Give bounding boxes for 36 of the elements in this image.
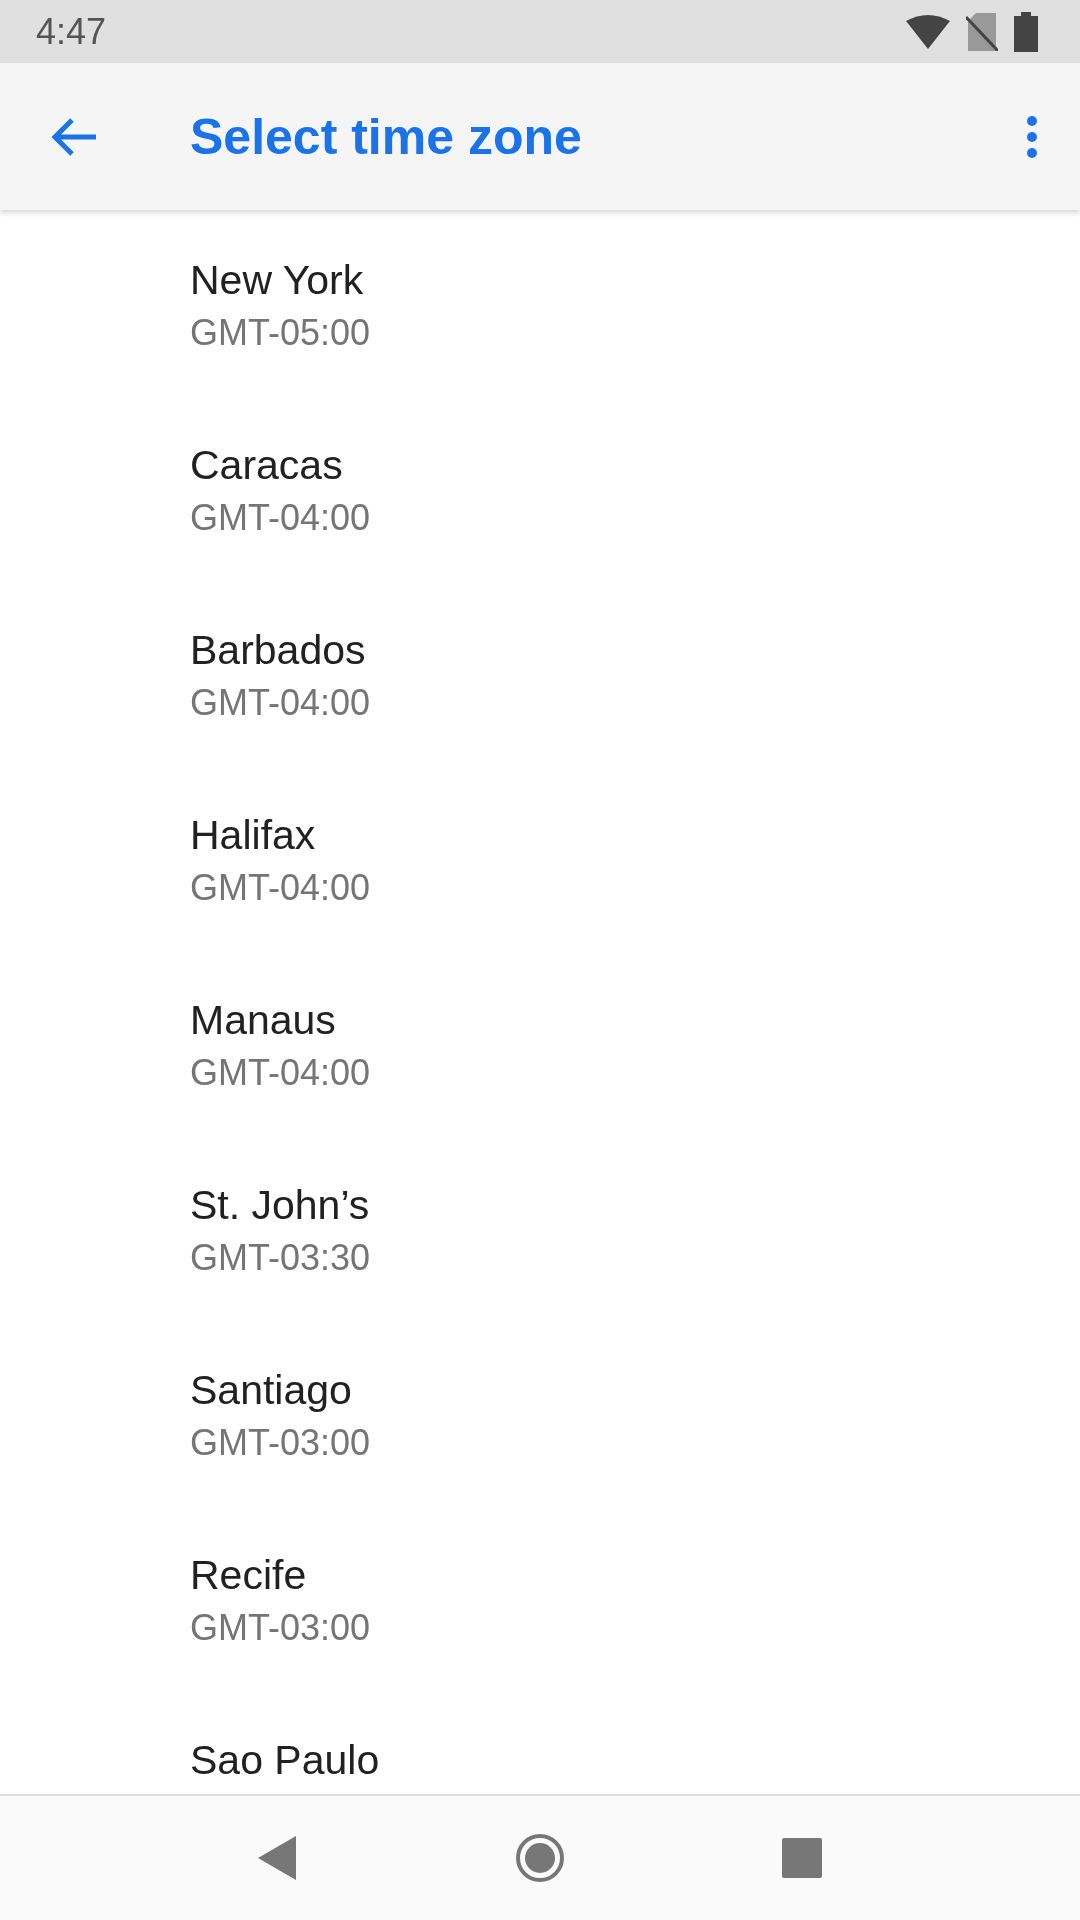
time-zone-item[interactable]: New York GMT-05:00 bbox=[0, 210, 1080, 395]
home-nav-icon[interactable] bbox=[515, 1833, 565, 1883]
time-zone-item[interactable]: St. John’s GMT-03:30 bbox=[0, 1135, 1080, 1320]
gmt-offset: GMT-05:00 bbox=[190, 311, 372, 355]
back-nav-icon[interactable] bbox=[258, 1836, 299, 1880]
gmt-offset: GMT-03:00 bbox=[190, 1606, 372, 1650]
battery-icon bbox=[1014, 11, 1038, 52]
time-zone-item[interactable]: Manaus GMT-04:00 bbox=[0, 950, 1080, 1135]
more-options-icon[interactable] bbox=[1026, 114, 1038, 159]
city-name: Santiago bbox=[190, 1366, 353, 1415]
gmt-offset: GMT-04:00 bbox=[190, 1051, 372, 1095]
gmt-offset: GMT-04:00 bbox=[190, 496, 372, 540]
gmt-offset: GMT-03:00 bbox=[190, 1421, 372, 1465]
time-zone-item[interactable]: Sao Paulo bbox=[0, 1690, 1080, 1794]
no-sim-icon bbox=[966, 12, 998, 51]
gmt-offset: GMT-04:00 bbox=[190, 866, 372, 910]
city-name: Barbados bbox=[190, 626, 367, 675]
recents-nav-icon[interactable] bbox=[781, 1838, 822, 1878]
city-name: Sao Paulo bbox=[190, 1736, 381, 1785]
time-zone-item[interactable]: Recife GMT-03:00 bbox=[0, 1505, 1080, 1690]
wifi-icon bbox=[906, 14, 950, 49]
city-name: Halifax bbox=[190, 811, 317, 860]
city-name: New York bbox=[190, 256, 365, 305]
city-name: Manaus bbox=[190, 996, 337, 1045]
gmt-offset: GMT-03:30 bbox=[190, 1236, 372, 1280]
gmt-offset: GMT-04:00 bbox=[190, 681, 372, 725]
screen-title: Select time zone bbox=[190, 107, 583, 166]
time-zone-item[interactable]: Santiago GMT-03:00 bbox=[0, 1320, 1080, 1505]
city-name: Caracas bbox=[190, 441, 344, 490]
clock-time: 4:47 bbox=[36, 10, 107, 53]
city-name: Recife bbox=[190, 1551, 308, 1600]
time-zone-item[interactable]: Halifax GMT-04:00 bbox=[0, 765, 1080, 950]
back-arrow-icon[interactable] bbox=[50, 116, 98, 157]
time-zone-item[interactable]: Barbados GMT-04:00 bbox=[0, 580, 1080, 765]
city-name: St. John’s bbox=[190, 1181, 371, 1230]
time-zone-item[interactable]: Caracas GMT-04:00 bbox=[0, 395, 1080, 580]
